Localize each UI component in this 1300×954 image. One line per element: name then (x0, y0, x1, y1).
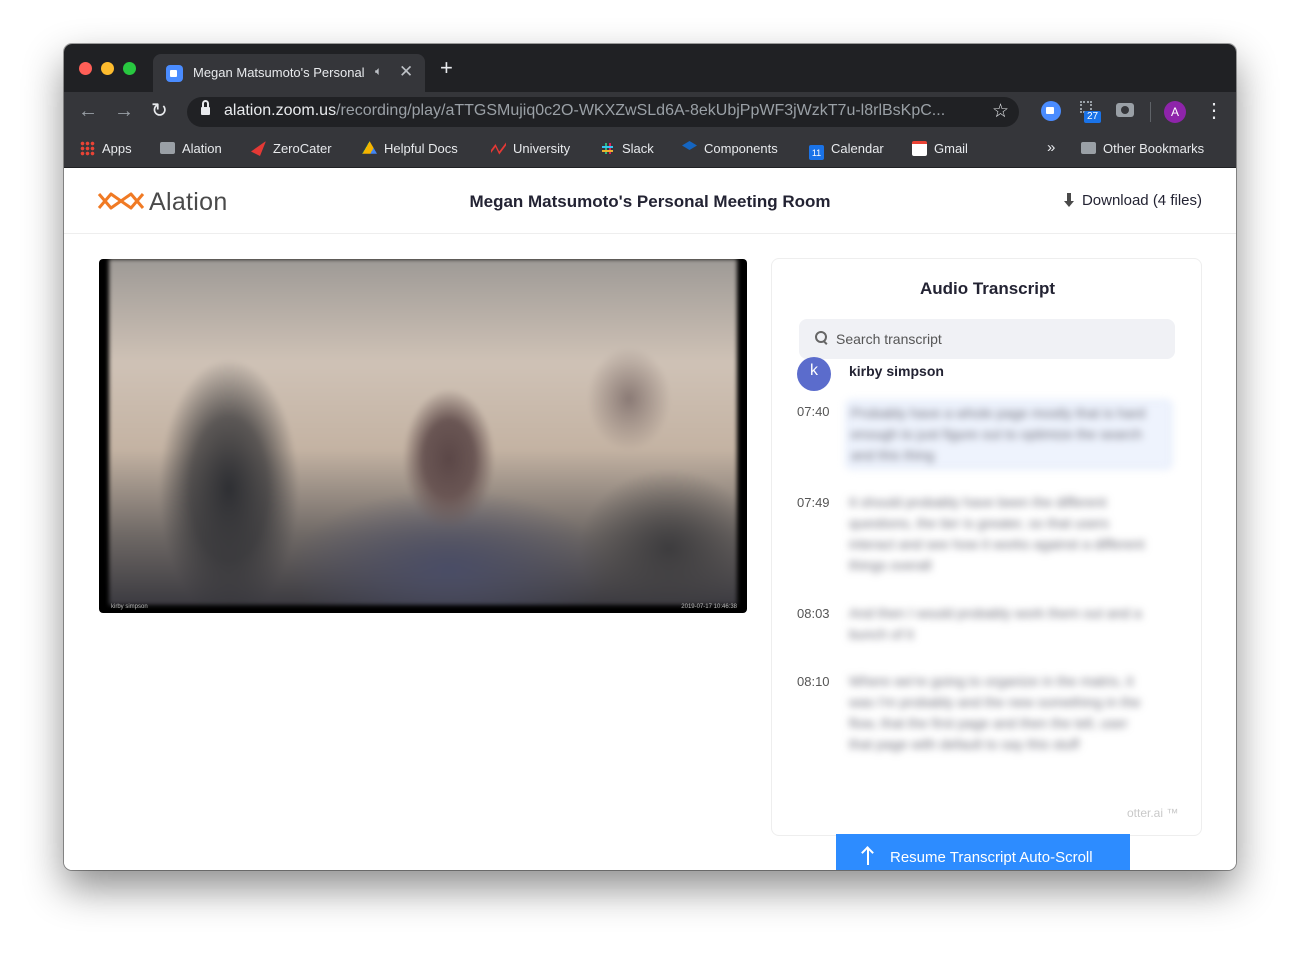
extension-counter-icon[interactable]: 27 (1080, 101, 1102, 123)
folder-icon (1081, 142, 1096, 154)
tab-zoom-recording[interactable]: Megan Matsumoto's Personal Meeting Room … (153, 54, 425, 92)
tab-title: Megan Matsumoto's Personal Meeting Room (193, 65, 367, 80)
video-player[interactable]: kirby simpson 2019-07-17 10:46:38 (99, 259, 747, 613)
alation-logo-icon (97, 192, 145, 210)
bookmark-calendar[interactable]: 11 Calendar (809, 140, 884, 160)
gmail-icon (912, 141, 927, 156)
close-tab-icon[interactable]: ✕ (399, 62, 413, 82)
speaker-icon[interactable]: 🔈︎ (375, 64, 382, 79)
more-menu-icon[interactable]: ⋮ (1204, 99, 1224, 123)
search-transcript-input[interactable] (799, 319, 1175, 359)
apps-grid-icon (80, 141, 95, 156)
university-icon (491, 142, 506, 155)
arrow-up-icon (862, 847, 874, 865)
download-icon (1063, 193, 1074, 207)
search-icon (815, 331, 827, 343)
video-overlay-name: kirby simpson (111, 604, 148, 610)
browser-window: Megan Matsumoto's Personal Meeting Room … (64, 44, 1236, 870)
reload-icon[interactable]: ↻ (151, 99, 168, 123)
transcript-entry[interactable]: Where we're going to organize in the mat… (849, 671, 1149, 755)
extension-badge: 27 (1084, 111, 1102, 123)
minimize-window-button[interactable] (101, 62, 114, 75)
other-bookmarks[interactable]: Other Bookmarks (1081, 140, 1204, 160)
transcript-entry[interactable]: Probably have a whole page mostly that i… (846, 400, 1172, 469)
alation-logo[interactable]: Alation (97, 186, 237, 218)
tab-strip: Megan Matsumoto's Personal Meeting Room … (64, 44, 1236, 92)
bookmark-slack[interactable]: Slack (600, 140, 654, 160)
bookmarks-bar: Apps Alation ZeroCater Helpful Docs Univ… (64, 132, 1236, 168)
lock-icon[interactable] (201, 100, 210, 116)
browser-toolbar: ← → ↻ alation.zoom.us/recording/play/aTT… (64, 92, 1236, 132)
powered-by-label: otter.ai ™ (1127, 806, 1179, 820)
bookmark-components[interactable]: Components (682, 140, 778, 160)
back-arrow-icon[interactable]: ← (78, 99, 98, 123)
entry-timestamp[interactable]: 07:40 (797, 404, 830, 419)
transcript-panel: Audio Transcript k kirby simpson 07:40 P… (771, 258, 1202, 836)
zoom-extension-icon[interactable] (1041, 101, 1061, 121)
new-tab-button[interactable]: + (440, 57, 453, 79)
speaker-name: kirby simpson (849, 363, 944, 379)
transcript-entry[interactable]: It should probably have been the differe… (849, 492, 1149, 576)
bookmark-helpful-docs[interactable]: Helpful Docs (362, 140, 458, 160)
video-overlay-time: 2019-07-17 10:46:38 (681, 604, 737, 610)
bookmark-alation[interactable]: Alation (160, 140, 222, 160)
bookmark-university[interactable]: University (491, 140, 570, 160)
url-text: alation.zoom.us/recording/play/aTTGSMuji… (224, 102, 946, 119)
video-frame (109, 259, 737, 605)
recording-page: Alation Megan Matsumoto's Personal Meeti… (64, 168, 1236, 870)
forward-arrow-icon[interactable]: → (114, 99, 134, 123)
transcript-entry[interactable]: And then I would probably work them out … (849, 603, 1149, 645)
profile-avatar[interactable]: A (1164, 101, 1186, 123)
google-drive-icon (362, 141, 377, 154)
resume-button-label: Resume Transcript Auto-Scroll (890, 848, 1093, 866)
calendar-icon: 11 (809, 145, 824, 160)
components-icon (682, 141, 697, 150)
transcript-title: Audio Transcript (919, 279, 1056, 298)
bookmark-apps[interactable]: Apps (80, 140, 132, 160)
bookmark-gmail[interactable]: Gmail (912, 140, 968, 160)
page-header: Alation Megan Matsumoto's Personal Meeti… (64, 168, 1236, 234)
entry-timestamp[interactable]: 07:49 (797, 495, 830, 510)
zerocater-icon (251, 141, 266, 156)
folder-icon (160, 142, 175, 154)
bookmark-star-icon[interactable]: ☆ (992, 100, 1009, 123)
address-bar[interactable]: alation.zoom.us/recording/play/aTTGSMuji… (187, 97, 1019, 127)
page-title: Megan Matsumoto's Personal Meeting Room (469, 192, 831, 211)
close-window-button[interactable] (79, 62, 92, 75)
entry-timestamp[interactable]: 08:03 (797, 606, 830, 621)
maximize-window-button[interactable] (123, 62, 136, 75)
download-button[interactable]: Download (4 files) (1063, 192, 1202, 209)
resume-auto-scroll-button[interactable]: Resume Transcript Auto-Scroll (836, 834, 1130, 870)
bookmarks-overflow-button[interactable]: » (1047, 139, 1055, 156)
slack-icon (600, 141, 615, 156)
entry-timestamp[interactable]: 08:10 (797, 674, 830, 689)
camera-extension-icon[interactable] (1116, 103, 1134, 117)
bookmark-zerocater[interactable]: ZeroCater (251, 140, 332, 160)
toolbar-divider (1150, 102, 1151, 122)
zoom-favicon-icon (166, 65, 183, 82)
avatar: k (797, 357, 831, 391)
logo-text: Alation (149, 188, 228, 216)
